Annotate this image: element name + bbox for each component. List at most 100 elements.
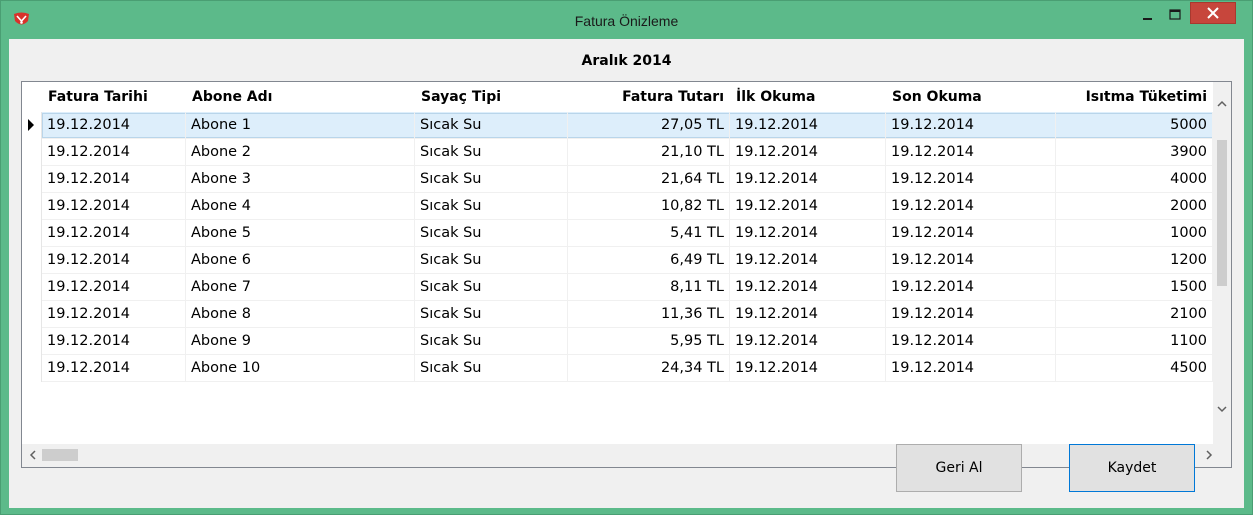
cell-fatura-tutari[interactable]: 5,95 TL <box>568 328 730 355</box>
column-header-abone-adi[interactable]: Abone Adı <box>186 82 415 112</box>
row-header[interactable] <box>22 139 42 166</box>
cell-isitma-tuketimi[interactable]: 2000 <box>1056 193 1213 220</box>
table-row[interactable]: 19.12.2014 Abone 8 Sıcak Su 11,36 TL 19.12.2… <box>22 301 1213 328</box>
cell-ilk-okuma[interactable]: 19.12.2014 <box>730 247 886 274</box>
cell-abone-adi[interactable]: Abone 4 <box>186 193 415 220</box>
table-row[interactable]: 19.12.2014 Abone 2 Sıcak Su 21,10 TL 19.12.2… <box>22 139 1213 166</box>
cell-ilk-okuma[interactable]: 19.12.2014 <box>730 112 886 139</box>
cell-isitma-tuketimi[interactable]: 2100 <box>1056 301 1213 328</box>
horizontal-scrollbar[interactable] <box>22 444 1213 467</box>
row-header[interactable] <box>22 220 42 247</box>
column-header-isitma-tuketimi[interactable]: Isıtma Tüketimi <box>1056 82 1213 112</box>
cell-son-okuma[interactable]: 19.12.2014 <box>886 193 1056 220</box>
cell-fatura-tarihi[interactable]: 19.12.2014 <box>42 112 186 139</box>
table-row[interactable]: 19.12.2014 Abone 6 Sıcak Su 6,49 TL 19.12.20… <box>22 247 1213 274</box>
cell-sayac-tipi[interactable]: Sıcak Su <box>415 301 568 328</box>
cell-ilk-okuma[interactable]: 19.12.2014 <box>730 139 886 166</box>
cell-abone-adi[interactable]: Abone 3 <box>186 166 415 193</box>
cell-fatura-tarihi[interactable]: 19.12.2014 <box>42 139 186 166</box>
cell-abone-adi[interactable]: Abone 8 <box>186 301 415 328</box>
row-header[interactable] <box>22 166 42 193</box>
vertical-scroll-thumb[interactable] <box>1217 140 1227 286</box>
table-row[interactable]: 19.12.2014 Abone 1 Sıcak Su 27,05 TL 19.12.2… <box>22 112 1213 139</box>
table-row[interactable]: 19.12.2014 Abone 10 Sıcak Su 24,34 TL 19.12.… <box>22 355 1213 382</box>
cell-abone-adi[interactable]: Abone 2 <box>186 139 415 166</box>
cell-abone-adi[interactable]: Abone 6 <box>186 247 415 274</box>
cell-fatura-tarihi[interactable]: 19.12.2014 <box>42 328 186 355</box>
cell-son-okuma[interactable]: 19.12.2014 <box>886 274 1056 301</box>
cell-sayac-tipi[interactable]: Sıcak Su <box>415 139 568 166</box>
invoice-grid[interactable]: Fatura Tarihi Abone Adı Sayaç Tipi Fatur… <box>21 81 1232 468</box>
cell-ilk-okuma[interactable]: 19.12.2014 <box>730 166 886 193</box>
table-row[interactable]: 19.12.2014 Abone 4 Sıcak Su 10,82 TL 19.12.2… <box>22 193 1213 220</box>
row-header[interactable] <box>22 328 42 355</box>
row-header[interactable] <box>22 112 42 139</box>
cell-son-okuma[interactable]: 19.12.2014 <box>886 112 1056 139</box>
cell-fatura-tutari[interactable]: 21,10 TL <box>568 139 730 166</box>
cell-fatura-tutari[interactable]: 24,34 TL <box>568 355 730 382</box>
cell-sayac-tipi[interactable]: Sıcak Su <box>415 166 568 193</box>
cell-fatura-tutari[interactable]: 8,11 TL <box>568 274 730 301</box>
cell-ilk-okuma[interactable]: 19.12.2014 <box>730 220 886 247</box>
cell-ilk-okuma[interactable]: 19.12.2014 <box>730 274 886 301</box>
cell-isitma-tuketimi[interactable]: 1500 <box>1056 274 1213 301</box>
cell-abone-adi[interactable]: Abone 5 <box>186 220 415 247</box>
cell-isitma-tuketimi[interactable]: 4000 <box>1056 166 1213 193</box>
cell-son-okuma[interactable]: 19.12.2014 <box>886 220 1056 247</box>
vertical-scrollbar[interactable] <box>1213 82 1231 444</box>
cell-isitma-tuketimi[interactable]: 4500 <box>1056 355 1213 382</box>
cell-fatura-tutari[interactable]: 21,64 TL <box>568 166 730 193</box>
cell-fatura-tarihi[interactable]: 19.12.2014 <box>42 193 186 220</box>
maximize-icon[interactable] <box>1161 7 1189 25</box>
cell-isitma-tuketimi[interactable]: 1200 <box>1056 247 1213 274</box>
save-button[interactable]: Kaydet <box>1069 444 1195 492</box>
cell-abone-adi[interactable]: Abone 10 <box>186 355 415 382</box>
row-header[interactable] <box>22 301 42 328</box>
table-row[interactable]: 19.12.2014 Abone 7 Sıcak Su 8,11 TL 19.12.20… <box>22 274 1213 301</box>
cell-ilk-okuma[interactable]: 19.12.2014 <box>730 301 886 328</box>
title-bar[interactable]: Fatura Önizleme <box>1 1 1252 39</box>
minimize-icon[interactable] <box>1134 7 1162 25</box>
row-header[interactable] <box>22 193 42 220</box>
cell-abone-adi[interactable]: Abone 7 <box>186 274 415 301</box>
scroll-up-icon[interactable] <box>1213 95 1231 113</box>
cell-sayac-tipi[interactable]: Sıcak Su <box>415 247 568 274</box>
cell-abone-adi[interactable]: Abone 9 <box>186 328 415 355</box>
column-header-fatura-tutari[interactable]: Fatura Tutarı <box>568 82 730 112</box>
row-header[interactable] <box>22 247 42 274</box>
cell-sayac-tipi[interactable]: Sıcak Su <box>415 355 568 382</box>
column-header-sayac-tipi[interactable]: Sayaç Tipi <box>415 82 568 112</box>
cell-fatura-tutari[interactable]: 27,05 TL <box>568 112 730 139</box>
cell-sayac-tipi[interactable]: Sıcak Su <box>415 220 568 247</box>
cell-fatura-tarihi[interactable]: 19.12.2014 <box>42 274 186 301</box>
cell-son-okuma[interactable]: 19.12.2014 <box>886 355 1056 382</box>
cell-isitma-tuketimi[interactable]: 3900 <box>1056 139 1213 166</box>
cell-fatura-tarihi[interactable]: 19.12.2014 <box>42 355 186 382</box>
cell-abone-adi[interactable]: Abone 1 <box>186 112 415 139</box>
cell-son-okuma[interactable]: 19.12.2014 <box>886 166 1056 193</box>
cell-son-okuma[interactable]: 19.12.2014 <box>886 328 1056 355</box>
cell-sayac-tipi[interactable]: Sıcak Su <box>415 274 568 301</box>
cell-son-okuma[interactable]: 19.12.2014 <box>886 301 1056 328</box>
cell-isitma-tuketimi[interactable]: 5000 <box>1056 112 1213 139</box>
cell-son-okuma[interactable]: 19.12.2014 <box>886 247 1056 274</box>
cell-ilk-okuma[interactable]: 19.12.2014 <box>730 355 886 382</box>
horizontal-scroll-thumb[interactable] <box>42 449 78 461</box>
cell-fatura-tutari[interactable]: 5,41 TL <box>568 220 730 247</box>
cell-isitma-tuketimi[interactable]: 1000 <box>1056 220 1213 247</box>
cell-ilk-okuma[interactable]: 19.12.2014 <box>730 328 886 355</box>
column-header-fatura-tarihi[interactable]: Fatura Tarihi <box>42 82 186 112</box>
scroll-left-icon[interactable] <box>24 446 42 464</box>
undo-button[interactable]: Geri Al <box>896 444 1022 492</box>
cell-ilk-okuma[interactable]: 19.12.2014 <box>730 193 886 220</box>
cell-sayac-tipi[interactable]: Sıcak Su <box>415 328 568 355</box>
row-header[interactable] <box>22 274 42 301</box>
scroll-down-icon[interactable] <box>1213 400 1231 418</box>
table-row[interactable]: 19.12.2014 Abone 9 Sıcak Su 5,95 TL 19.12.20… <box>22 328 1213 355</box>
cell-fatura-tutari[interactable]: 6,49 TL <box>568 247 730 274</box>
table-row[interactable]: 19.12.2014 Abone 5 Sıcak Su 5,41 TL 19.12.20… <box>22 220 1213 247</box>
close-button[interactable] <box>1190 2 1236 24</box>
cell-isitma-tuketimi[interactable]: 1100 <box>1056 328 1213 355</box>
row-header[interactable] <box>22 355 42 382</box>
cell-fatura-tarihi[interactable]: 19.12.2014 <box>42 166 186 193</box>
